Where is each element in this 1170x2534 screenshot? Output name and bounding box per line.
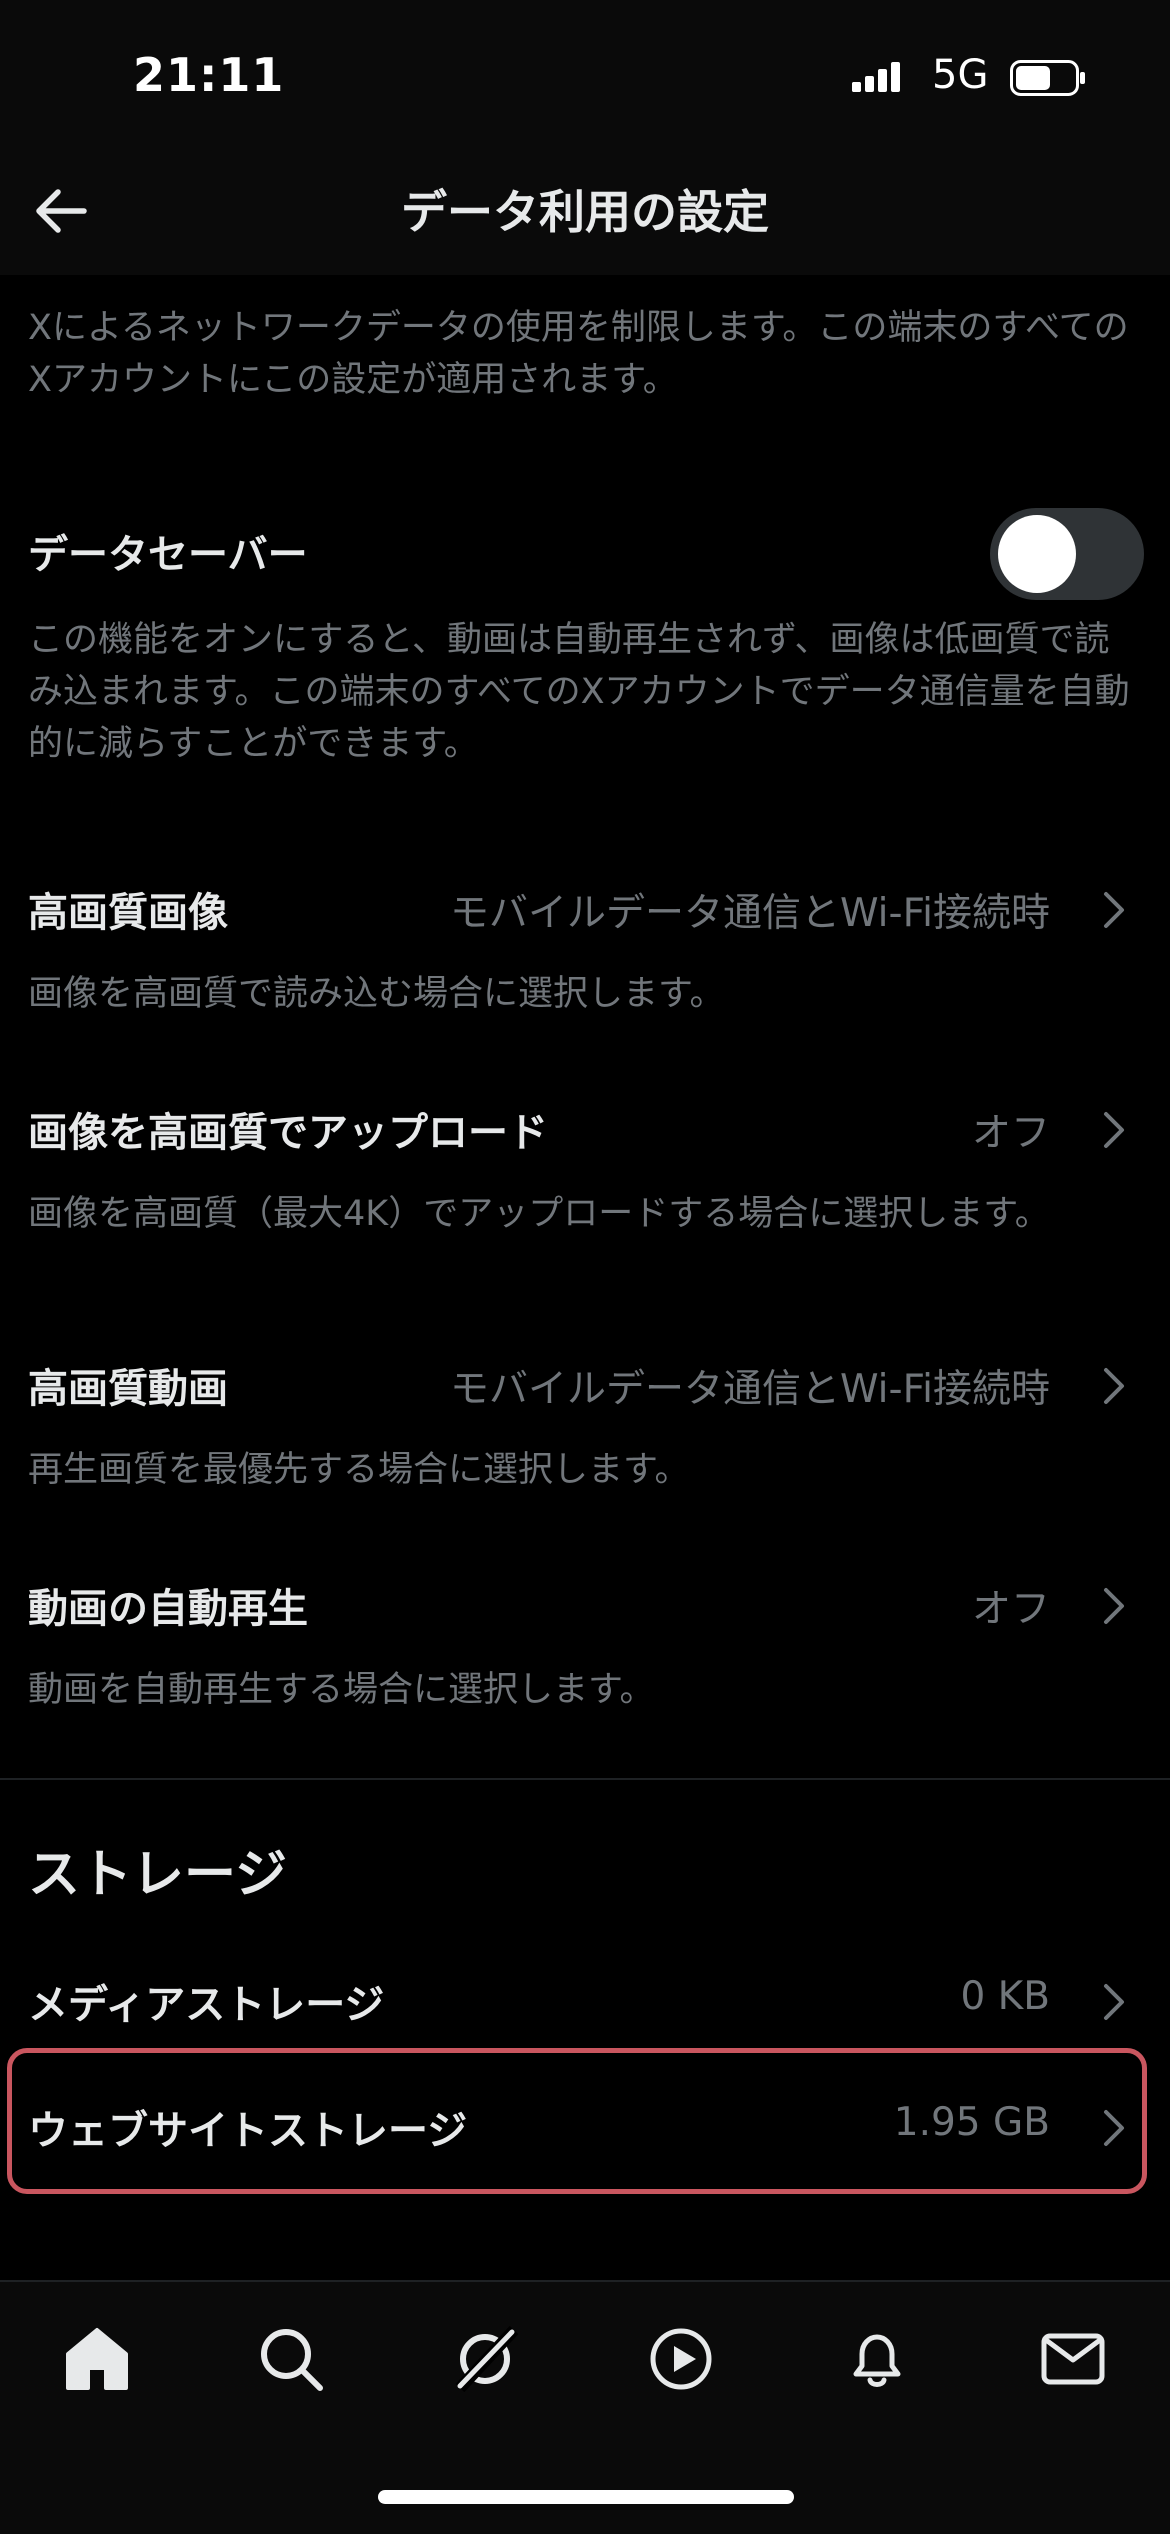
video-icon[interactable] — [644, 2322, 718, 2396]
page-title: データ利用の設定 — [401, 185, 769, 239]
network-type: 5G — [932, 52, 989, 98]
data-saver-label: データセーバー — [28, 532, 308, 578]
chevron-right-icon — [1104, 1368, 1124, 1404]
signal-icon — [852, 62, 900, 92]
notifications-icon[interactable] — [840, 2322, 914, 2396]
section-divider — [0, 1778, 1170, 1780]
search-icon[interactable] — [254, 2322, 328, 2396]
setting-description: 動画を自動再生する場合に選択します。 — [28, 1670, 655, 1710]
highlight-box — [7, 2048, 1147, 2194]
storage-section-title: ストレージ — [28, 1845, 287, 1905]
chevron-right-icon — [1104, 1112, 1124, 1148]
chevron-right-icon — [1104, 1588, 1124, 1624]
setting-description: 画像を高画質で読み込む場合に選択します。 — [28, 974, 725, 1014]
setting-description: 画像を高画質（最大4K）でアップロードする場合に選択します。 — [28, 1194, 1050, 1234]
home-icon[interactable] — [60, 2322, 134, 2396]
battery-icon — [1010, 60, 1085, 96]
messages-icon[interactable] — [1036, 2322, 1110, 2396]
setting-value: モバイルデータ通信とWi-Fi接続時 — [449, 891, 1050, 936]
toggle-knob — [998, 515, 1076, 593]
grok-icon[interactable] — [448, 2322, 522, 2396]
storage-label: メディアストレージ — [28, 1982, 385, 2028]
intro-description: Xによるネットワークデータの使用を制限します。この端末のすべてのXアカウントにこ… — [28, 308, 1129, 400]
status-bar: 21:11 5G — [0, 0, 1170, 150]
home-indicator — [378, 2490, 794, 2504]
setting-label: 画像を高画質でアップロード — [28, 1110, 548, 1156]
data-saver-description: この機能をオンにすると、動画は自動再生されず、画像は低画質で読み込まれます。この… — [28, 620, 1130, 764]
setting-label: 動画の自動再生 — [28, 1586, 308, 1632]
setting-value: モバイルデータ通信とWi-Fi接続時 — [449, 1367, 1050, 1412]
setting-description: 再生画質を最優先する場合に選択します。 — [28, 1450, 690, 1490]
data-saver-toggle[interactable] — [990, 508, 1144, 600]
chevron-right-icon — [1104, 892, 1124, 928]
setting-value: オフ — [971, 1587, 1050, 1632]
nav-bar: データ利用の設定 — [0, 150, 1170, 275]
chevron-right-icon — [1104, 1984, 1124, 2020]
storage-value: 0 KB — [960, 1974, 1050, 2019]
setting-label: 高画質画像 — [28, 890, 228, 936]
setting-label: 高画質動画 — [28, 1366, 228, 1412]
status-time: 21:11 — [133, 48, 285, 102]
setting-value: オフ — [971, 1111, 1050, 1156]
